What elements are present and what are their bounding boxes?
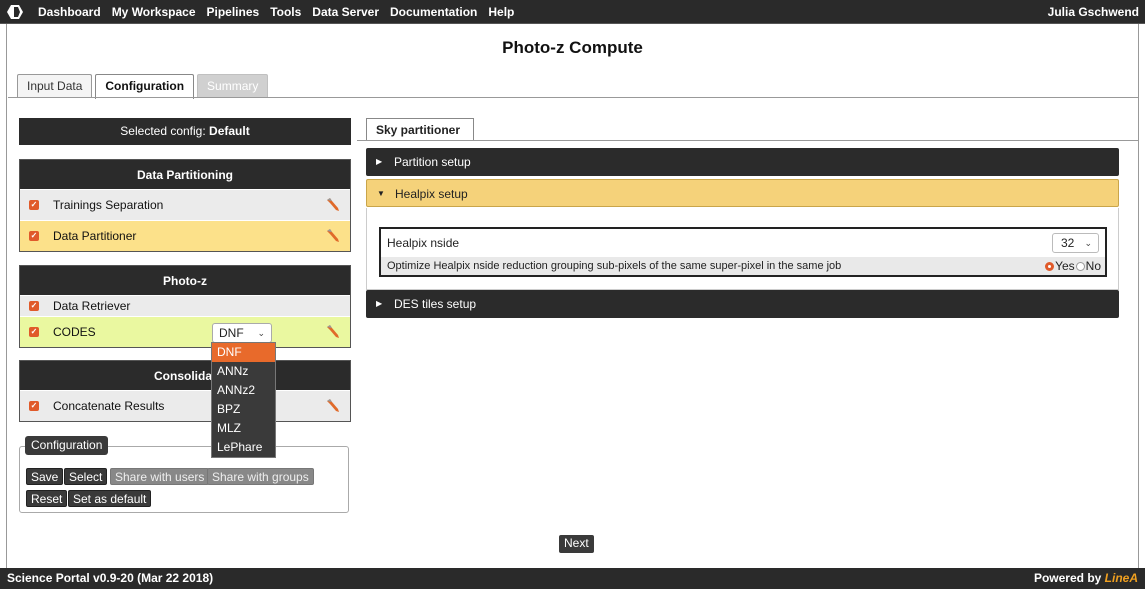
caret-right-icon: ▶ (376, 299, 383, 308)
nside-row: Healpix nside 32 ⌄ (381, 229, 1105, 257)
data-partitioning-group: Data Partitioning ✓ Trainings Separation… (19, 159, 351, 252)
wrench-icon[interactable] (325, 197, 341, 213)
main-nav: Dashboard My Workspace Pipelines Tools D… (38, 5, 514, 19)
optimize-radio-group: Yes No (1045, 257, 1101, 275)
powered-by: Powered by LineA (1034, 568, 1138, 589)
tab-input-data[interactable]: Input Data (17, 74, 93, 97)
powered-by-label: Powered by (1033, 571, 1105, 585)
checkbox-icon[interactable]: ✓ (29, 327, 39, 337)
version-text: Science Portal v0.9-20 (Mar 22 2018) (7, 571, 214, 585)
wrench-icon[interactable] (325, 398, 341, 414)
dropdown-option-annz[interactable]: ANNz (212, 362, 275, 381)
list-item-data-retriever[interactable]: ✓ Data Retriever (20, 295, 350, 316)
sky-tab-divider (357, 140, 1139, 141)
chevron-down-icon: ⌄ (1084, 238, 1092, 248)
checkbox-icon[interactable]: ✓ (29, 401, 39, 411)
set-as-default-button[interactable]: Set as default (68, 490, 152, 507)
tab-divider (8, 97, 1138, 98)
nav-tools[interactable]: Tools (270, 5, 301, 19)
row-label: CODES (53, 325, 96, 339)
list-item-concatenate-results[interactable]: ✓ Concatenate Results (20, 390, 350, 421)
codes-method-select[interactable]: DNF ⌄ (212, 323, 272, 343)
dropdown-option-lephare[interactable]: LePhare (212, 438, 275, 457)
reset-button[interactable]: Reset (26, 490, 68, 507)
radio-no-label: No (1085, 259, 1101, 273)
row-label: Trainings Separation (53, 198, 164, 212)
accordion-des-tiles-setup[interactable]: ▶ DES tiles setup (366, 290, 1119, 318)
group-title: Consolidat (20, 361, 350, 390)
row-label: Data Retriever (53, 299, 131, 313)
checkbox-icon[interactable]: ✓ (29, 231, 39, 241)
accordion-label: DES tiles setup (394, 297, 477, 311)
select-value: 32 (1061, 236, 1075, 250)
footer: Science Portal v0.9-20 (Mar 22 2018) Pow… (0, 568, 1145, 589)
codes-method-dropdown[interactable]: DNF ANNz ANNz2 BPZ MLZ LePhare (211, 342, 276, 458)
save-button[interactable]: Save (26, 468, 64, 485)
accordion-partition-setup[interactable]: ▶ Partition setup (366, 148, 1119, 176)
checkbox-icon[interactable]: ✓ (29, 200, 39, 210)
tab-sky-partitioner[interactable]: Sky partitioner (366, 118, 474, 141)
group-title: Data Partitioning (20, 160, 350, 189)
tab-configuration[interactable]: Configuration (95, 74, 195, 99)
radio-no[interactable] (1075, 261, 1085, 271)
nav-data-server[interactable]: Data Server (312, 5, 379, 19)
checkbox-icon[interactable]: ✓ (29, 301, 39, 311)
configuration-legend: Configuration (25, 436, 109, 455)
nav-documentation[interactable]: Documentation (390, 5, 477, 19)
selected-config-name: Default (209, 124, 250, 138)
top-navbar: Dashboard My Workspace Pipelines Tools D… (0, 0, 1145, 24)
share-with-groups-button: Share with groups (207, 468, 314, 485)
consolidation-group: Consolidat ✓ Concatenate Results (19, 360, 351, 422)
row-label: Concatenate Results (53, 399, 165, 413)
dropdown-option-annz2[interactable]: ANNz2 (212, 381, 275, 400)
list-item-codes[interactable]: ✓ CODES DNF ⌄ (20, 316, 350, 347)
chevron-down-icon: ⌄ (257, 328, 265, 338)
healpix-settings-table: Healpix nside 32 ⌄ Optimize Healpix nsid… (379, 227, 1107, 277)
caret-right-icon: ▶ (376, 157, 383, 166)
list-item-trainings-separation[interactable]: ✓ Trainings Separation (20, 189, 350, 220)
page-title: Photo-z Compute (502, 38, 643, 57)
optimize-label: Optimize Healpix nside reduction groupin… (387, 260, 842, 272)
nside-select[interactable]: 32 ⌄ (1052, 233, 1099, 253)
user-menu[interactable]: Julia Gschwend (1048, 5, 1139, 19)
nav-help[interactable]: Help (488, 5, 514, 19)
group-title: Photo-z (20, 266, 350, 295)
dropdown-option-mlz[interactable]: MLZ (212, 419, 275, 438)
portal-logo-icon[interactable] (0, 0, 30, 24)
caret-down-icon: ▼ (377, 189, 385, 198)
share-with-users-button: Share with users (110, 468, 210, 485)
main-tabs: Input Data Configuration Summary (17, 74, 269, 99)
accordion-label: Healpix setup (395, 187, 468, 201)
select-value: DNF (219, 326, 244, 340)
nav-dashboard[interactable]: Dashboard (38, 5, 101, 19)
dropdown-option-bpz[interactable]: BPZ (212, 400, 275, 419)
accordion-label: Partition setup (394, 155, 471, 169)
row-label: Data Partitioner (53, 229, 137, 243)
list-item-data-partitioner[interactable]: ✓ Data Partitioner (20, 220, 350, 251)
selected-config-bar: Selected config: Default (19, 118, 351, 145)
photo-z-group: Photo-z ✓ Data Retriever ✓ CODES DNF ⌄ (19, 265, 351, 348)
radio-yes-label: Yes (1055, 259, 1075, 273)
nav-pipelines[interactable]: Pipelines (207, 5, 260, 19)
tab-summary: Summary (197, 74, 269, 97)
select-button[interactable]: Select (64, 468, 108, 485)
nside-label: Healpix nside (387, 236, 460, 250)
linea-logo[interactable]: LineA (1105, 571, 1138, 585)
radio-yes[interactable] (1045, 261, 1055, 271)
dropdown-option-dnf[interactable]: DNF (212, 343, 275, 362)
accordion-healpix-setup[interactable]: ▼ Healpix setup (366, 179, 1119, 207)
selected-config-prefix: Selected config: (120, 124, 210, 138)
nav-my-workspace[interactable]: My Workspace (112, 5, 196, 19)
next-button[interactable]: Next (559, 535, 594, 553)
wrench-icon[interactable] (325, 228, 341, 244)
optimize-row: Optimize Healpix nside reduction groupin… (381, 257, 1105, 275)
wrench-icon[interactable] (325, 324, 341, 340)
